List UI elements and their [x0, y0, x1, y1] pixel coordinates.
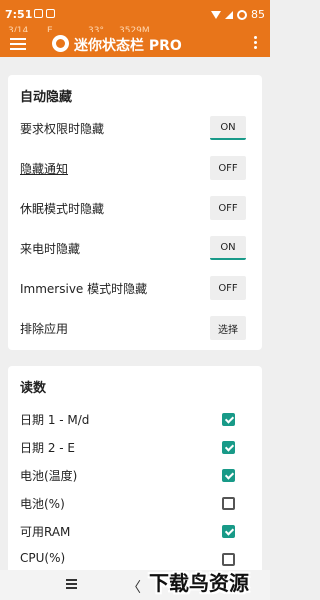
app-bar: 迷你状态栏 PRO [0, 32, 270, 57]
notification-icon [46, 9, 55, 18]
app-title: 迷你状态栏 PRO [74, 38, 182, 54]
reading-label: 电池(温度) [20, 469, 78, 483]
notification-icon [34, 9, 43, 18]
recent-apps-icon[interactable] [66, 579, 77, 589]
exclude-apps-label: 排除应用 [20, 322, 69, 336]
status-indicators: 85 [211, 8, 265, 21]
reading-label: 电池(%) [20, 497, 65, 511]
hide-on-call-toggle[interactable]: ON [210, 236, 246, 260]
auto-hide-card: 自动隐藏 要求权限时隐藏 ON 隐藏通知 OFF 休眠模式时隐藏 OFF 来电时… [8, 75, 262, 350]
battery-icon [237, 9, 247, 20]
hide-on-permission-label: 要求权限时隐藏 [20, 122, 105, 136]
reading-label: 日期 2 - E [20, 441, 75, 455]
date1-checkbox[interactable] [222, 413, 235, 426]
hide-on-call-label: 来电时隐藏 [20, 242, 81, 256]
hide-immersive-label: Immersive 模式时隐藏 [20, 282, 148, 296]
hide-notifications-label: 隐藏通知 [20, 162, 69, 176]
select-apps-button[interactable]: 选择 [210, 316, 246, 340]
wifi-icon [211, 10, 221, 19]
reading-label: 日期 1 - M/d [20, 413, 90, 427]
app-logo [52, 35, 69, 52]
status-time: 7:51 [5, 8, 33, 21]
battery-temp-checkbox[interactable] [222, 469, 235, 482]
free-ram-checkbox[interactable] [222, 525, 235, 538]
hamburger-menu-icon[interactable] [10, 38, 26, 50]
hide-immersive-toggle[interactable]: OFF [210, 276, 246, 300]
hide-on-permission-toggle[interactable]: ON [210, 116, 246, 140]
watermark: 下载鸟资源 [149, 570, 249, 595]
reading-label: CPU(%) [20, 551, 66, 565]
reading-label: 可用RAM [20, 525, 71, 539]
battery-percent: 85 [251, 8, 265, 21]
date2-checkbox[interactable] [222, 441, 235, 454]
hide-notifications-toggle[interactable]: OFF [210, 156, 246, 180]
hide-on-sleep-toggle[interactable]: OFF [210, 196, 246, 220]
readings-card: 读数 日期 1 - M/d 日期 2 - E 电池(温度) 电池(%) 可用RA… [8, 366, 262, 580]
readings-title: 读数 [20, 381, 47, 396]
auto-hide-title: 自动隐藏 [20, 90, 73, 105]
more-options-icon[interactable] [252, 36, 258, 52]
hide-on-sleep-label: 休眠模式时隐藏 [20, 202, 105, 216]
battery-percent-checkbox[interactable] [222, 497, 235, 510]
signal-icon [225, 10, 233, 19]
status-bar: 7:51 3/14 E 33° 3529M 85 [0, 0, 270, 36]
